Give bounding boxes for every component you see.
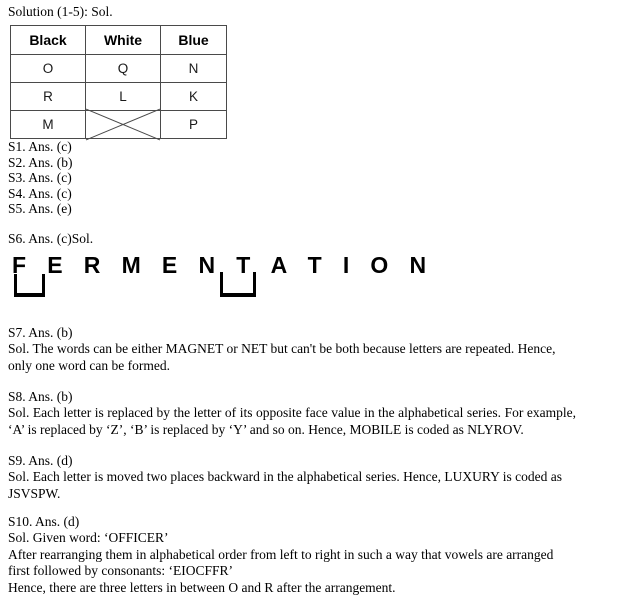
table-cell-blue-1: N: [160, 54, 227, 83]
column-header-black: Black: [10, 25, 86, 55]
column-header-blue: Blue: [160, 25, 227, 55]
answer-key-item-s2: S2. Ans. (b): [8, 154, 73, 170]
answer-key-item-s4: S4. Ans. (c): [8, 185, 72, 201]
cross-mark-icon: [85, 108, 161, 141]
solution-s9-body: Sol. Each letter is moved two places bac…: [8, 469, 562, 501]
solution-s10-rearrangement: After rearranging them in alphabetical o…: [8, 546, 554, 579]
answer-key-item-s1: S1. Ans. (c): [8, 139, 72, 154]
table-cell-black-1: O: [10, 54, 86, 83]
arrangement-table: Black White Blue O Q N R L K M P: [10, 25, 227, 141]
solution-s8-body: Sol. Each letter is replaced by the lett…: [8, 405, 576, 437]
table-cell-black-3: M: [10, 110, 86, 139]
fermentation-figure: F E R M E N T A T I O N: [12, 252, 426, 306]
table-cell-blue-2: K: [160, 82, 227, 111]
solution-block-s8: S8. Ans. (b) Sol. Each letter is replace…: [8, 389, 576, 438]
solution-s7-heading: S7. Ans. (b): [8, 325, 73, 340]
table-header-row: Black White Blue: [10, 25, 227, 55]
table-cell-black-2: R: [10, 82, 86, 111]
solution-block-s7: S7. Ans. (b) Sol. The words can be eithe…: [8, 325, 576, 374]
solution-s10-given-word: Sol. Given word: ‘OFFICER’: [8, 530, 169, 546]
column-header-white: White: [85, 25, 161, 55]
table-row: O Q N: [10, 54, 227, 83]
table-cell-blue-3: P: [160, 110, 227, 139]
page-title: Solution (1-5): Sol.: [8, 4, 113, 19]
table-cell-white-3-crossed: [85, 108, 161, 141]
solution-s6-heading: S6. Ans. (c)Sol.: [8, 231, 94, 246]
solution-block-s9: S9. Ans. (d) Sol. Each letter is moved t…: [8, 453, 576, 502]
table-cell-white-1: Q: [85, 54, 161, 83]
solution-s8-heading: S8. Ans. (b): [8, 389, 73, 404]
solution-s10-heading: S10. Ans. (d): [8, 514, 80, 529]
table-row: R L K: [10, 82, 227, 111]
table-cell-white-2: L: [85, 82, 161, 111]
answer-key-list: S1. Ans. (c) S2. Ans. (b) S3. Ans. (c) S…: [8, 139, 73, 217]
underbracket-left-icon: [14, 274, 45, 297]
underbracket-right-icon: [220, 272, 256, 297]
answer-key-item-s5: S5. Ans. (e): [8, 201, 72, 217]
solution-s7-body: Sol. The words can be either MAGNET or N…: [8, 341, 556, 373]
solution-document-page: Solution (1-5): Sol. Black White Blue O …: [0, 0, 644, 600]
solution-s9-heading: S9. Ans. (d): [8, 453, 73, 468]
table-row: M P: [10, 108, 227, 141]
solution-block-s10: S10. Ans. (d) Sol. Given word: ‘OFFICER’…: [8, 514, 576, 596]
answer-key-item-s3: S3. Ans. (c): [8, 170, 72, 186]
solution-s10-conclusion: Hence, there are three letters in betwee…: [8, 579, 396, 595]
